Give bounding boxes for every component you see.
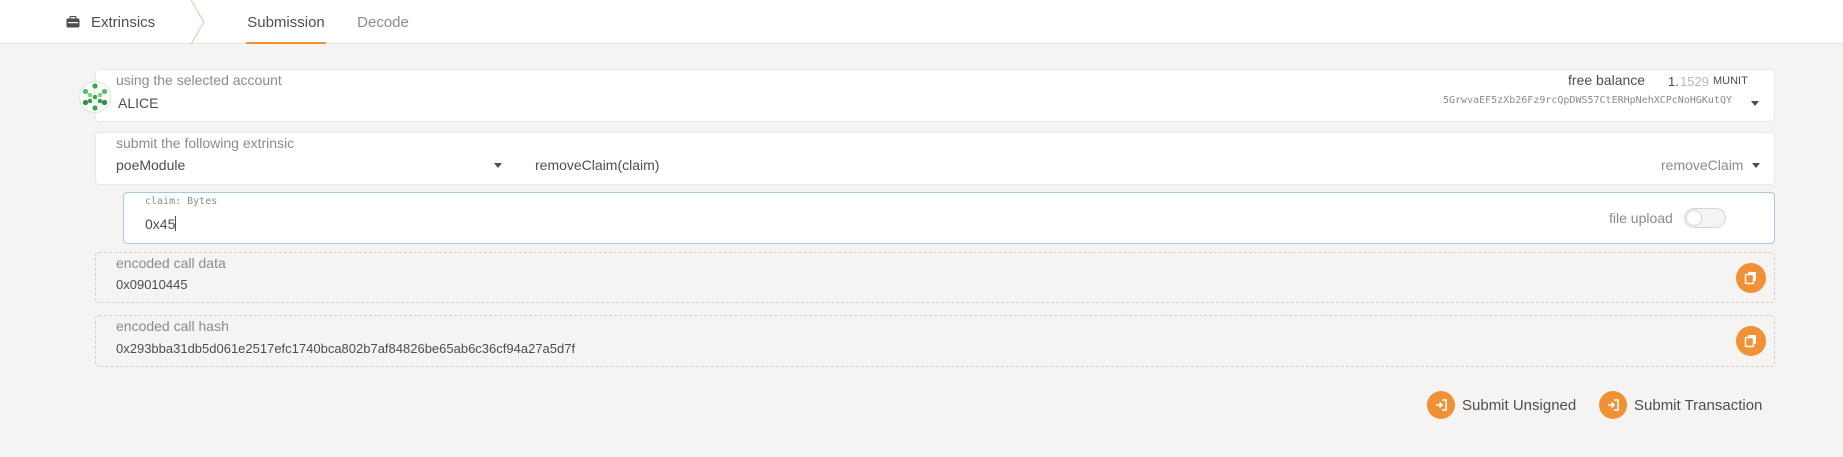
balance-whole: 1. [1668,74,1679,89]
account-address: 5GrwvaEF5zXb26Fz9rcQpDWS57CtERHpNehXCPcN… [1443,95,1732,106]
section-label: Extrinsics [91,13,156,31]
tab-decode[interactable]: Decode [350,0,416,44]
call-dropdown[interactable]: removeClaim(claim) [535,157,659,173]
encoded-hash-label: encoded call hash [116,318,229,334]
extrinsic-label: submit the following extrinsic [116,135,295,151]
submit-transaction-button[interactable]: Submit Transaction [1599,391,1762,419]
claim-param-field[interactable] [123,192,1775,244]
text-cursor [175,216,176,231]
balance-fraction: 1529 [1680,74,1709,89]
submit-unsigned-button[interactable]: Submit Unsigned [1427,391,1576,419]
method-name: removeClaim [1661,157,1744,173]
copy-icon [1744,335,1756,348]
section-extrinsics[interactable]: Extrinsics [66,0,198,44]
module-dropdown[interactable]: poeModule [116,157,185,173]
file-upload-label: file upload [1609,210,1673,226]
claim-param-input[interactable]: 0x45 [145,216,175,232]
submit-transaction-label: Submit Transaction [1634,396,1763,414]
encoded-call-data [95,252,1775,303]
sign-in-icon [1599,391,1627,419]
encoded-hash-value: 0x293bba31db5d061e2517efc1740bca802b7af8… [116,341,576,356]
tab-submission-label: Submission [247,13,325,31]
active-tab-indicator [246,42,326,44]
copy-encoded-data-button[interactable] [1736,263,1766,293]
top-nav-bar: Extrinsics Submission Decode [0,0,1843,44]
sign-in-icon [1427,391,1455,419]
submit-unsigned-label: Submit Unsigned [1462,396,1577,414]
toggle-knob [1686,210,1702,226]
free-balance-label: free balance [1568,72,1646,88]
account-name: ALICE [118,95,159,111]
file-upload-toggle[interactable] [1684,208,1726,228]
tab-decode-label: Decode [357,13,409,31]
chevron-down-icon[interactable] [1751,101,1759,106]
toolbox-icon [66,16,80,28]
balance-unit: MUNIT [1713,75,1748,87]
encoded-data-value: 0x09010445 [116,277,188,292]
account-identicon [79,81,111,113]
claim-param-label: claim: Bytes [145,196,218,207]
tab-submission[interactable]: Submission [232,0,340,44]
chevron-down-icon[interactable] [494,163,502,168]
chevron-down-icon[interactable] [1752,163,1760,168]
extrinsic-selector [95,132,1775,185]
encoded-data-label: encoded call data [116,255,226,271]
breadcrumb-separator [190,0,205,44]
copy-encoded-hash-button[interactable] [1736,326,1766,356]
copy-icon [1744,272,1756,285]
account-label: using the selected account [116,72,282,88]
